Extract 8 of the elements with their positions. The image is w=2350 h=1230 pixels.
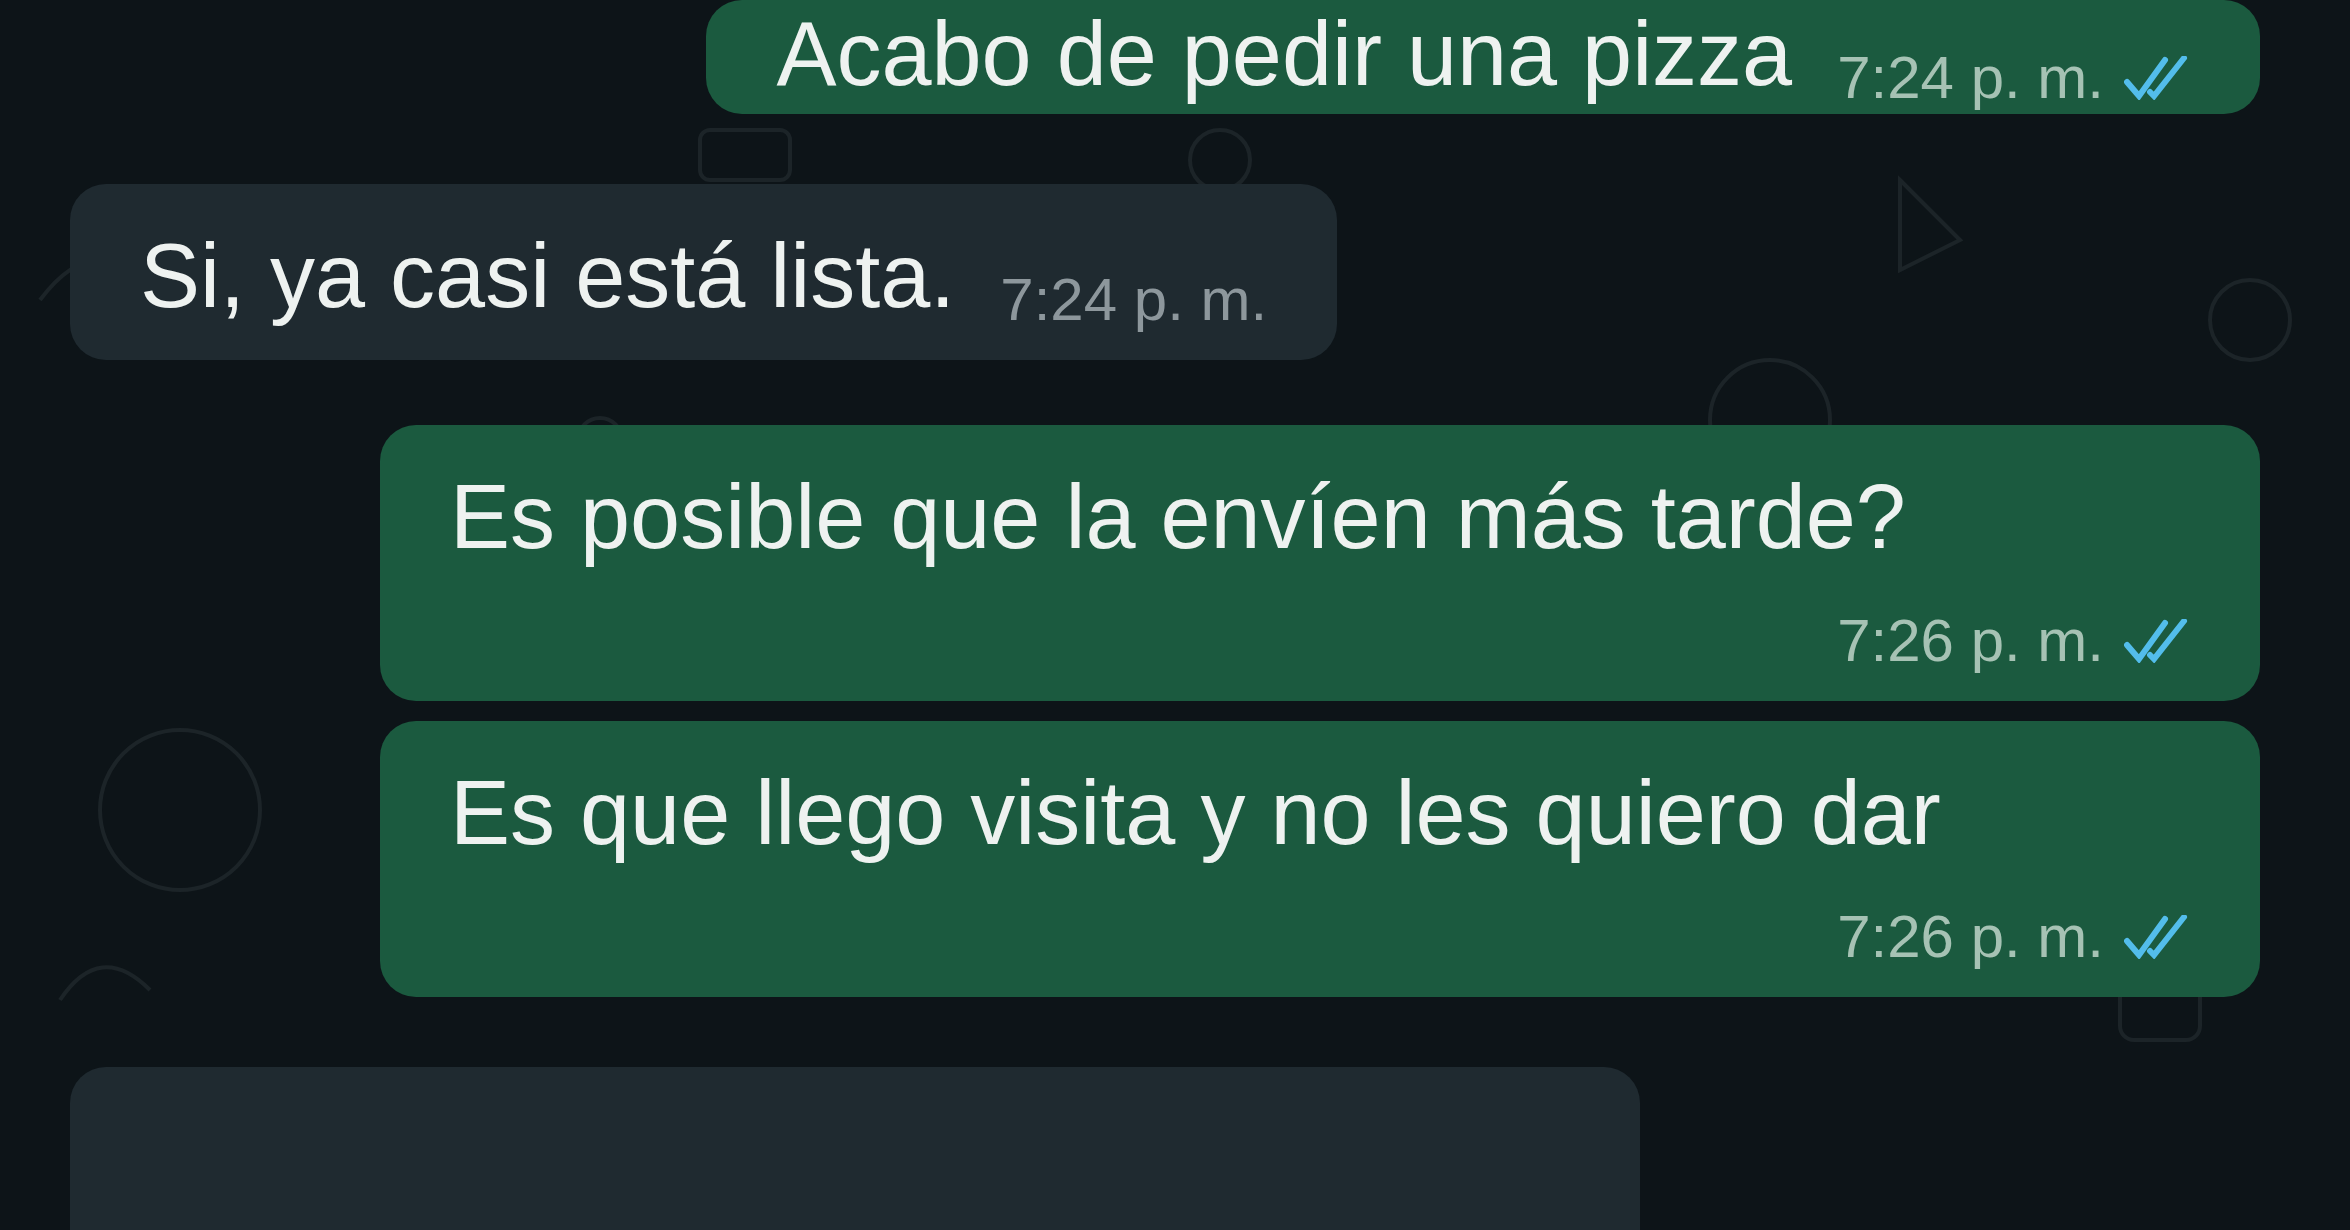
message-text: Es que llego visita y no les quiero dar [450, 762, 1942, 865]
message-text: Es posible que la envíen más tarde? [450, 466, 1907, 569]
message-time: 7:24 p. m. [1837, 48, 2104, 108]
message-text: Si, ya casi está lista. [140, 225, 956, 328]
message-time: 7:26 p. m. [1837, 611, 2104, 671]
message-text: Acabo de pedir una pizza [776, 3, 1793, 106]
message-time: 7:26 p. m. [1837, 907, 2104, 967]
message-time: 7:24 p. m. [1000, 270, 1268, 330]
